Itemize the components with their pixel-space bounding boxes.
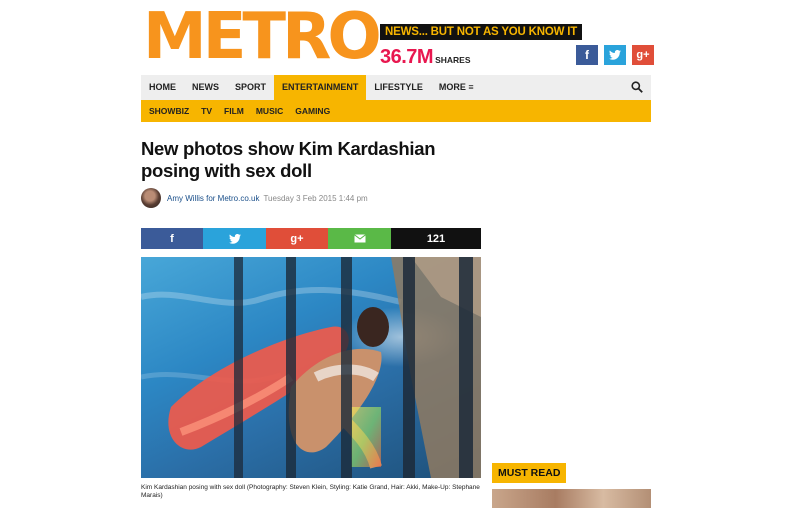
- twitter-icon: [228, 233, 241, 244]
- nav-item-sport[interactable]: SPORT: [227, 75, 274, 100]
- article-hero-image[interactable]: [141, 257, 481, 478]
- nav-item-news[interactable]: NEWS: [184, 75, 227, 100]
- shares-label: SHARES: [435, 55, 471, 65]
- must-read-label: MUST READ: [492, 463, 567, 483]
- share-google-plus-button[interactable]: g+: [266, 228, 328, 249]
- nav-item-more[interactable]: MORE ≡: [431, 75, 482, 100]
- share-facebook-button[interactable]: f: [141, 228, 203, 249]
- author-avatar[interactable]: [141, 188, 161, 208]
- byline: Amy Willis for Metro.co.uk Tuesday 3 Feb…: [141, 188, 368, 208]
- google-plus-icon: g+: [290, 232, 304, 245]
- google-plus-icon[interactable]: g+: [632, 45, 654, 65]
- subnav-item-showbiz[interactable]: SHOWBIZ: [141, 100, 195, 122]
- shares-counter: 36.7M SHARES: [380, 46, 471, 69]
- share-count: 121: [391, 228, 481, 249]
- must-read-thumbnail[interactable]: [492, 489, 651, 508]
- author-link[interactable]: Amy Willis for Metro.co.uk: [167, 194, 259, 203]
- sub-nav: SHOWBIZ TV FILM MUSIC GAMING: [141, 100, 651, 122]
- nav-item-lifestyle[interactable]: LIFESTYLE: [366, 75, 431, 100]
- shares-count: 36.7M: [380, 46, 434, 68]
- nav-item-home[interactable]: HOME: [141, 75, 184, 100]
- share-twitter-button[interactable]: [203, 228, 266, 249]
- share-email-button[interactable]: [328, 228, 391, 249]
- image-caption: Kim Kardashian posing with sex doll (Pho…: [141, 484, 480, 499]
- metro-logo[interactable]: METRO: [143, 5, 383, 69]
- subnav-item-gaming[interactable]: GAMING: [289, 100, 336, 122]
- social-follow-links: f g+: [576, 45, 654, 65]
- subnav-item-tv[interactable]: TV: [195, 100, 218, 122]
- search-icon[interactable]: [631, 81, 643, 93]
- article-headline: New photos show Kim Kardashian posing wi…: [141, 138, 436, 181]
- publish-date: Tuesday 3 Feb 2015 1:44 pm: [263, 193, 368, 203]
- share-bar: f g+ 121: [141, 228, 481, 249]
- subnav-item-music[interactable]: MUSIC: [250, 100, 289, 122]
- main-nav: HOME NEWS SPORT ENTERTAINMENT LIFESTYLE …: [141, 75, 651, 100]
- email-icon: [353, 234, 366, 243]
- twitter-icon[interactable]: [604, 45, 626, 65]
- subnav-item-film[interactable]: FILM: [218, 100, 250, 122]
- facebook-icon[interactable]: f: [576, 45, 598, 65]
- facebook-icon: f: [170, 232, 174, 245]
- nav-item-entertainment[interactable]: ENTERTAINMENT: [274, 75, 367, 100]
- tagline: NEWS... BUT NOT AS YOU KNOW IT: [380, 24, 583, 40]
